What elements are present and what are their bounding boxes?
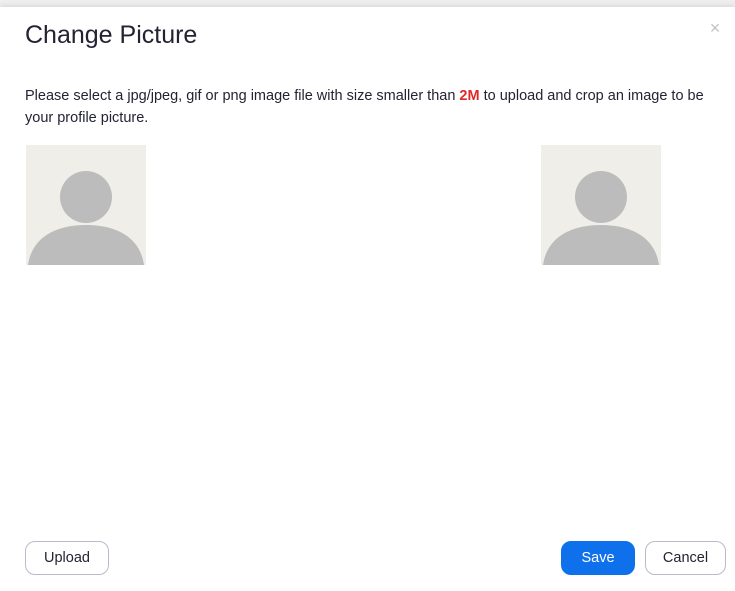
crop-source-image[interactable]: [26, 145, 146, 265]
cancel-button[interactable]: Cancel: [645, 541, 726, 575]
default-avatar-icon: [28, 171, 144, 265]
size-limit: 2M: [459, 88, 480, 104]
close-icon[interactable]: ×: [707, 19, 723, 37]
upload-button[interactable]: Upload: [25, 541, 109, 575]
default-avatar-icon: [543, 171, 659, 265]
change-picture-dialog: Change Picture × Please select a jpg/jpe…: [0, 7, 735, 591]
instructions-text-before: Please select a jpg/jpeg, gif or png ima…: [25, 88, 460, 104]
dialog-title: Change Picture: [25, 21, 198, 49]
save-button[interactable]: Save: [561, 541, 635, 575]
upload-instructions: Please select a jpg/jpeg, gif or png ima…: [25, 85, 720, 129]
crop-preview-image: [541, 145, 661, 265]
